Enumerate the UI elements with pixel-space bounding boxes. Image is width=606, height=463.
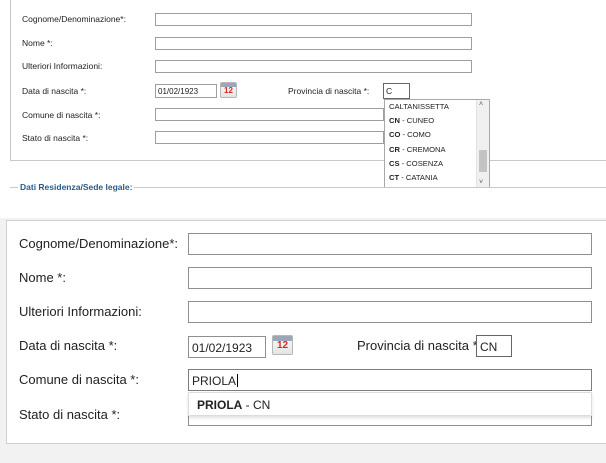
nome-label: Nome *: xyxy=(22,38,53,48)
dropdown-option[interactable]: CALTANISSETTA xyxy=(385,100,489,114)
dropdown-option[interactable]: CT - CATANIA xyxy=(385,171,489,185)
dropdown-option[interactable]: CO - COMO xyxy=(385,128,489,142)
provincia-dropdown[interactable]: CALTANISSETTA CN - CUNEO CO - COMO CR - … xyxy=(384,99,490,188)
stato-label: Stato di nascita *: xyxy=(19,407,121,422)
provincia-input[interactable]: C xyxy=(383,83,410,99)
calendar-icon[interactable]: 12 xyxy=(220,82,237,98)
data-nascita-input[interactable]: 01/02/1923 xyxy=(188,336,266,358)
stato-label: Stato di nascita *: xyxy=(22,133,89,143)
comune-label: Comune di nascita *: xyxy=(22,110,101,120)
scrollbar-thumb[interactable] xyxy=(479,150,487,172)
stato-input[interactable] xyxy=(155,131,384,144)
data-nascita-label: Data di nascita *: xyxy=(22,86,87,96)
section-legend: Dati Residenza/Sede legale: xyxy=(18,182,135,192)
autocomplete-suggestion[interactable]: PRIOLA - CN xyxy=(188,392,592,416)
form-panel-top: Cognome/Denominazione*: Nome *: Ulterior… xyxy=(0,0,606,203)
calendar-icon[interactable]: 12 xyxy=(272,335,293,355)
data-nascita-input[interactable]: 01/02/1923 xyxy=(155,84,217,98)
comune-input[interactable] xyxy=(155,108,384,121)
nome-input[interactable] xyxy=(188,267,592,289)
dropdown-option[interactable]: CN - CUNEO xyxy=(385,114,489,128)
ulteriori-label: Ulteriori Informazioni: xyxy=(22,61,103,71)
text-caret xyxy=(237,374,239,387)
cognome-label: Cognome/Denominazione*: xyxy=(19,236,178,251)
ulteriori-input[interactable] xyxy=(155,60,472,73)
cognome-input[interactable] xyxy=(188,233,592,255)
separator-gap xyxy=(0,203,606,218)
provincia-input[interactable]: CN xyxy=(476,335,512,357)
provincia-label: Provincia di nascita *: xyxy=(357,338,482,353)
dropdown-option[interactable]: CR - CREMONA xyxy=(385,143,489,157)
section-divider: Dati Residenza/Sede legale: xyxy=(10,182,606,198)
nome-input[interactable] xyxy=(155,37,472,50)
nome-label: Nome *: xyxy=(19,270,66,285)
dropdown-scrollbar[interactable]: ˄ ˅ xyxy=(476,100,489,187)
dropdown-option[interactable]: CS - COSENZA xyxy=(385,157,489,171)
comune-input[interactable]: PRIOLA xyxy=(188,369,592,391)
provincia-label: Provincia di nascita *: xyxy=(288,86,370,96)
ulteriori-input[interactable] xyxy=(188,301,592,323)
data-nascita-label: Data di nascita *: xyxy=(19,338,118,353)
ulteriori-label: Ulteriori Informazioni: xyxy=(19,304,142,319)
comune-label: Comune di nascita *: xyxy=(19,372,139,387)
cognome-label: Cognome/Denominazione*: xyxy=(22,14,126,24)
form-card: Cognome/Denominazione*: Nome *: Ulterior… xyxy=(6,220,606,444)
cognome-input[interactable] xyxy=(155,13,472,26)
scroll-up-icon[interactable]: ˄ xyxy=(479,101,483,108)
scroll-down-icon[interactable]: ˅ xyxy=(479,179,483,186)
form-panel-bottom: Cognome/Denominazione*: Nome *: Ulterior… xyxy=(0,218,606,463)
